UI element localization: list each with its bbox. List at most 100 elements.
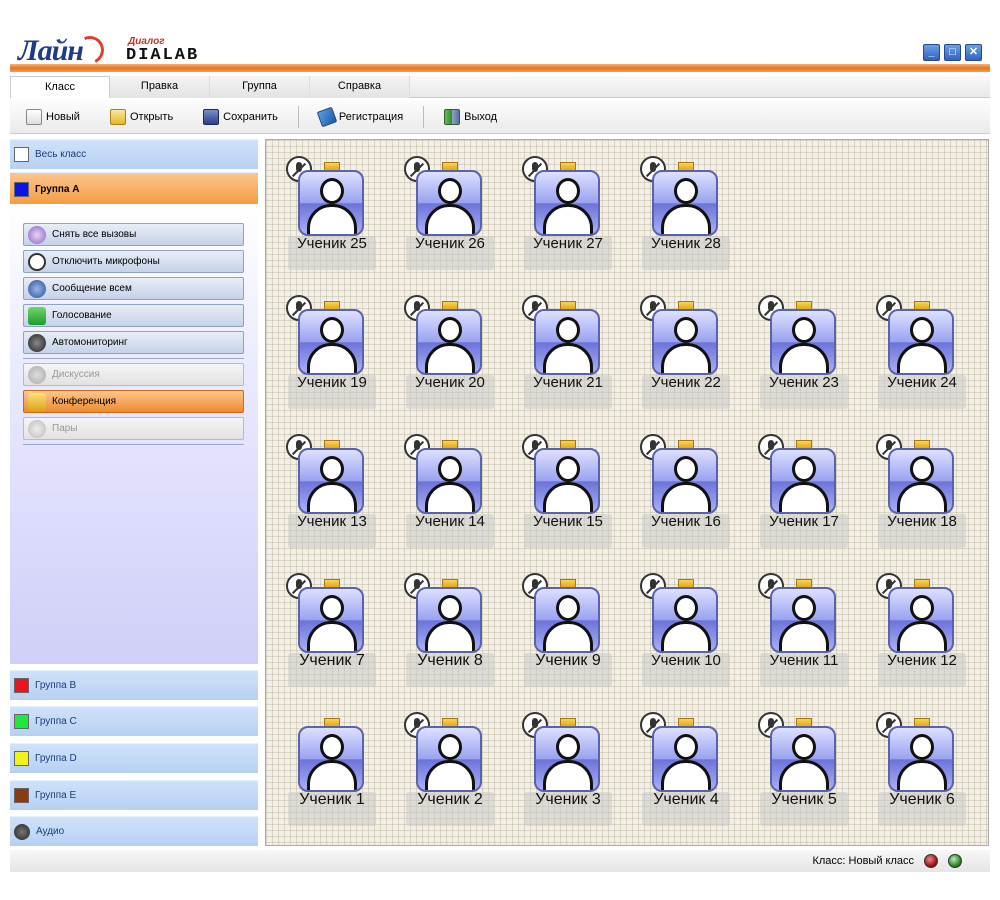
student-avatar-icon[interactable] xyxy=(416,170,482,236)
avatar-head xyxy=(674,734,698,760)
student-tile[interactable]: Ученик 18 xyxy=(862,418,966,548)
sidebar-item-group-d[interactable]: Группа D xyxy=(10,743,258,773)
student-tile[interactable]: Ученик 8 xyxy=(390,557,494,687)
student-tile[interactable]: Ученик 15 xyxy=(508,418,612,548)
student-avatar-icon[interactable] xyxy=(298,309,364,375)
student-avatar-icon[interactable] xyxy=(888,448,954,514)
student-tile[interactable]: Ученик 16 xyxy=(626,418,730,548)
student-name: Ученик 24 xyxy=(887,375,957,391)
student-avatar-icon[interactable] xyxy=(298,170,364,236)
student-avatar-icon[interactable] xyxy=(534,587,600,653)
student-avatar-icon[interactable] xyxy=(770,309,836,375)
new-button[interactable]: Новый xyxy=(26,108,80,125)
student-tile[interactable]: Ученик 7 xyxy=(272,557,376,687)
register-button[interactable]: Регистрация xyxy=(316,106,403,127)
student-avatar-icon[interactable] xyxy=(770,587,836,653)
sidebar-item-group-b[interactable]: Группа B xyxy=(10,670,258,700)
student-tile[interactable]: Ученик 5 xyxy=(744,696,848,826)
student-avatar-icon[interactable] xyxy=(652,448,718,514)
tab-group[interactable]: Группа xyxy=(210,76,310,98)
student-tile[interactable]: Ученик 2 xyxy=(390,696,494,826)
exit-button[interactable]: Выход xyxy=(444,108,497,125)
student-tile[interactable]: Ученик 3 xyxy=(508,696,612,826)
student-tile[interactable]: Ученик 14 xyxy=(390,418,494,548)
mute-microphones-button[interactable]: Отключить микрофоны xyxy=(23,250,244,273)
vote-button[interactable]: Голосование xyxy=(23,304,244,327)
auto-monitoring-button[interactable]: Автомониторинг xyxy=(23,331,244,354)
student-tile[interactable]: Ученик 28 xyxy=(626,140,730,270)
student-avatar-icon[interactable] xyxy=(652,726,718,792)
student-tile[interactable]: Ученик 17 xyxy=(744,418,848,548)
student-tile[interactable]: Ученик 9 xyxy=(508,557,612,687)
tab-edit[interactable]: Правка xyxy=(110,76,210,98)
sidebar-item-audio[interactable]: Аудио xyxy=(10,816,258,846)
sidebar-item-group-a[interactable]: Группа А xyxy=(10,172,258,206)
save-button-label: Сохранить xyxy=(223,110,278,123)
student-avatar-icon[interactable] xyxy=(534,726,600,792)
avatar-head xyxy=(792,456,816,482)
new-button-label: Новый xyxy=(46,110,80,123)
student-avatar-icon[interactable] xyxy=(416,309,482,375)
student-name: Ученик 21 xyxy=(533,375,603,391)
student-avatar-icon[interactable] xyxy=(652,170,718,236)
student-avatar-icon[interactable] xyxy=(298,448,364,514)
avatar-body xyxy=(543,204,593,234)
avatar-body xyxy=(307,760,357,790)
student-tile[interactable]: Ученик 21 xyxy=(508,279,612,409)
student-name: Ученик 15 xyxy=(533,514,603,530)
student-avatar-icon[interactable] xyxy=(534,170,600,236)
student-tile[interactable]: Ученик 19 xyxy=(272,279,376,409)
student-avatar-icon[interactable] xyxy=(888,726,954,792)
student-tile[interactable]: Ученик 24 xyxy=(862,279,966,409)
student-tile[interactable]: Ученик 22 xyxy=(626,279,730,409)
maximize-icon[interactable]: □ xyxy=(944,44,961,61)
sidebar-item-whole-class[interactable]: Весь класс xyxy=(10,139,258,169)
message-all-button[interactable]: Сообщение всем xyxy=(23,277,244,300)
tab-class[interactable]: Класс xyxy=(10,76,110,98)
student-avatar-icon[interactable] xyxy=(416,448,482,514)
pairs-button[interactable]: Пары xyxy=(23,417,244,440)
student-avatar-icon[interactable] xyxy=(652,587,718,653)
student-avatar-icon[interactable] xyxy=(534,448,600,514)
student-tile[interactable]: Ученик 26 xyxy=(390,140,494,270)
save-button[interactable]: Сохранить xyxy=(203,108,278,125)
sidebar-item-group-e[interactable]: Группа E xyxy=(10,780,258,810)
tab-help[interactable]: Справка xyxy=(310,76,410,98)
avatar-body xyxy=(897,482,947,512)
student-tile[interactable]: Ученик 1 xyxy=(272,696,376,826)
student-tile[interactable]: Ученик 6 xyxy=(862,696,966,826)
student-avatar-icon[interactable] xyxy=(652,309,718,375)
help-icon xyxy=(28,225,46,244)
avatar-head xyxy=(674,178,698,204)
minimize-icon[interactable]: _ xyxy=(923,44,940,61)
student-tile[interactable]: Ученик 27 xyxy=(508,140,612,270)
student-tile[interactable]: Ученик 13 xyxy=(272,418,376,548)
conference-button[interactable]: Конференция xyxy=(23,390,244,413)
student-tile[interactable]: Ученик 25 xyxy=(272,140,376,270)
student-avatar-icon[interactable] xyxy=(298,587,364,653)
student-tile[interactable]: Ученик 10 xyxy=(626,557,730,687)
student-name: Ученик 14 xyxy=(415,514,485,530)
student-avatar-icon[interactable] xyxy=(770,726,836,792)
student-name: Ученик 3 xyxy=(535,792,601,808)
avatar-head xyxy=(556,178,580,204)
student-avatar-icon[interactable] xyxy=(770,448,836,514)
student-avatar-icon[interactable] xyxy=(298,726,364,792)
student-name: Ученик 7 xyxy=(299,653,365,669)
student-tile[interactable]: Ученик 11 xyxy=(744,557,848,687)
close-icon[interactable]: ✕ xyxy=(965,44,982,61)
clear-calls-button[interactable]: Снять все вызовы xyxy=(23,223,244,246)
student-avatar-icon[interactable] xyxy=(888,587,954,653)
student-tile[interactable]: Ученик 4 xyxy=(626,696,730,826)
student-avatar-icon[interactable] xyxy=(534,309,600,375)
student-avatar-icon[interactable] xyxy=(416,587,482,653)
student-tile[interactable]: Ученик 12 xyxy=(862,557,966,687)
student-avatar-icon[interactable] xyxy=(416,726,482,792)
student-tile[interactable]: Ученик 23 xyxy=(744,279,848,409)
open-button[interactable]: Открыть xyxy=(109,108,173,125)
sidebar-item-group-c[interactable]: Группа C xyxy=(10,706,258,736)
discussion-button[interactable]: Дискуссия xyxy=(23,363,244,386)
student-tile[interactable]: Ученик 20 xyxy=(390,279,494,409)
avatar-body xyxy=(897,343,947,373)
student-avatar-icon[interactable] xyxy=(888,309,954,375)
